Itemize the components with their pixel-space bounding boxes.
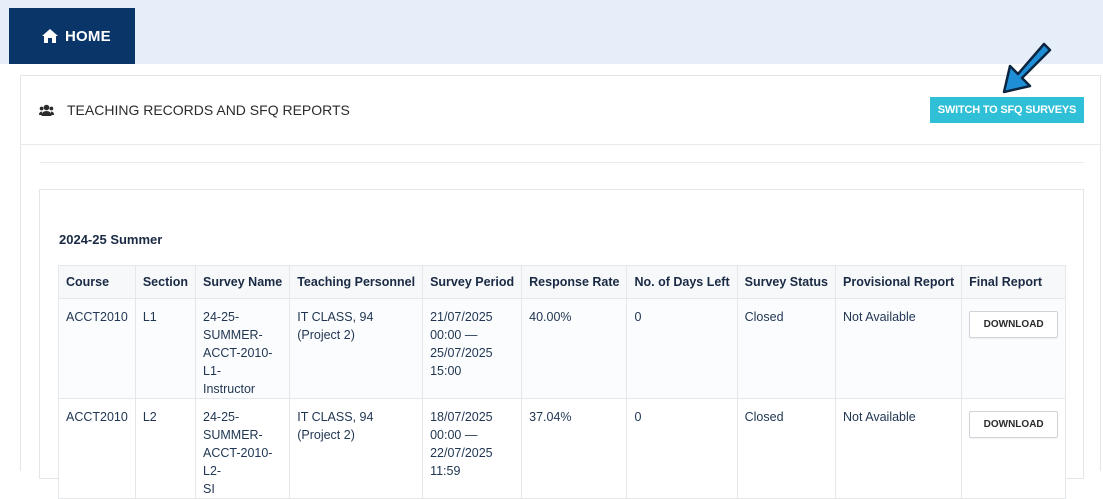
download-button[interactable]: DOWNLOAD bbox=[969, 311, 1059, 338]
col-header-survey-status[interactable]: Survey Status bbox=[736, 265, 837, 299]
table-header-row: Course Section Survey Name Teaching Pers… bbox=[58, 265, 1067, 299]
col-header-final-report[interactable]: Final Report bbox=[961, 265, 1067, 299]
page-margin bbox=[0, 64, 8, 471]
cell-survey-name: 24-25- SUMMER- ACCT-2010-L2- SI bbox=[194, 398, 291, 499]
cell-section: L1 bbox=[134, 298, 197, 399]
cell-provisional-report: Not Available bbox=[834, 398, 963, 499]
download-button[interactable]: DOWNLOAD bbox=[969, 411, 1059, 438]
col-header-teaching-personnel[interactable]: Teaching Personnel bbox=[289, 265, 424, 299]
records-panel: TEACHING RECORDS AND SFQ REPORTS SWITCH … bbox=[20, 75, 1101, 499]
cell-survey-name: 24-25- SUMMER- ACCT-2010-L1- Instructor bbox=[194, 298, 291, 399]
panel-header: TEACHING RECORDS AND SFQ REPORTS SWITCH … bbox=[21, 76, 1100, 145]
panel-title-text: TEACHING RECORDS AND SFQ REPORTS bbox=[67, 102, 350, 118]
switch-to-sfq-surveys-button[interactable]: SWITCH TO SFQ SURVEYS bbox=[930, 97, 1084, 123]
table-row: ACCT2010 L2 24-25- SUMMER- ACCT-2010-L2- SI… bbox=[58, 398, 1067, 499]
home-tab-label: HOME bbox=[65, 27, 111, 45]
cell-course: ACCT2010 bbox=[58, 398, 136, 499]
panel-title: TEACHING RECORDS AND SFQ REPORTS bbox=[39, 102, 350, 118]
cell-provisional-report: Not Available bbox=[834, 298, 963, 399]
cell-teaching-personnel: IT CLASS, 94 (Project 2) bbox=[289, 398, 424, 499]
cell-course: ACCT2010 bbox=[58, 298, 136, 399]
col-header-days-left[interactable]: No. of Days Left bbox=[626, 265, 738, 299]
cell-final-report: DOWNLOAD bbox=[961, 398, 1067, 499]
term-card: 2024-25 Summer Course Section Survey Nam… bbox=[39, 189, 1084, 499]
cell-response-rate: 40.00% bbox=[521, 298, 628, 399]
table-row: ACCT2010 L1 24-25- SUMMER- ACCT-2010-L1- In… bbox=[58, 298, 1067, 399]
home-tab[interactable]: HOME bbox=[9, 8, 135, 64]
home-icon bbox=[42, 29, 58, 43]
col-header-survey-name[interactable]: Survey Name bbox=[194, 265, 291, 299]
cell-survey-period: 21/07/2025 00:00 —25/07/2025 15:00 bbox=[422, 298, 523, 399]
cell-survey-status: Closed bbox=[736, 298, 837, 399]
col-header-survey-period[interactable]: Survey Period bbox=[422, 265, 523, 299]
col-header-section[interactable]: Section bbox=[134, 265, 197, 299]
col-header-provisional-report[interactable]: Provisional Report bbox=[834, 265, 963, 299]
annotation-arrow-icon bbox=[1002, 42, 1052, 94]
cell-final-report: DOWNLOAD bbox=[961, 298, 1067, 399]
cell-survey-period: 18/07/2025 00:00 —22/07/2025 11:59 bbox=[422, 398, 523, 499]
cell-teaching-personnel: IT CLASS, 94 (Project 2) bbox=[289, 298, 424, 399]
cell-section: L2 bbox=[134, 398, 197, 499]
teaching-records-table: Course Section Survey Name Teaching Pers… bbox=[58, 265, 1067, 499]
divider bbox=[40, 162, 1084, 163]
cell-days-left: 0 bbox=[626, 298, 738, 399]
top-navigation-bar: HOME bbox=[0, 0, 1103, 64]
cell-response-rate: 37.04% bbox=[521, 398, 628, 499]
col-header-course[interactable]: Course bbox=[58, 265, 136, 299]
col-header-response-rate[interactable]: Response Rate bbox=[521, 265, 628, 299]
users-icon bbox=[39, 104, 54, 116]
term-heading: 2024-25 Summer bbox=[59, 232, 163, 247]
cell-days-left: 0 bbox=[626, 398, 738, 499]
cell-survey-status: Closed bbox=[736, 398, 837, 499]
